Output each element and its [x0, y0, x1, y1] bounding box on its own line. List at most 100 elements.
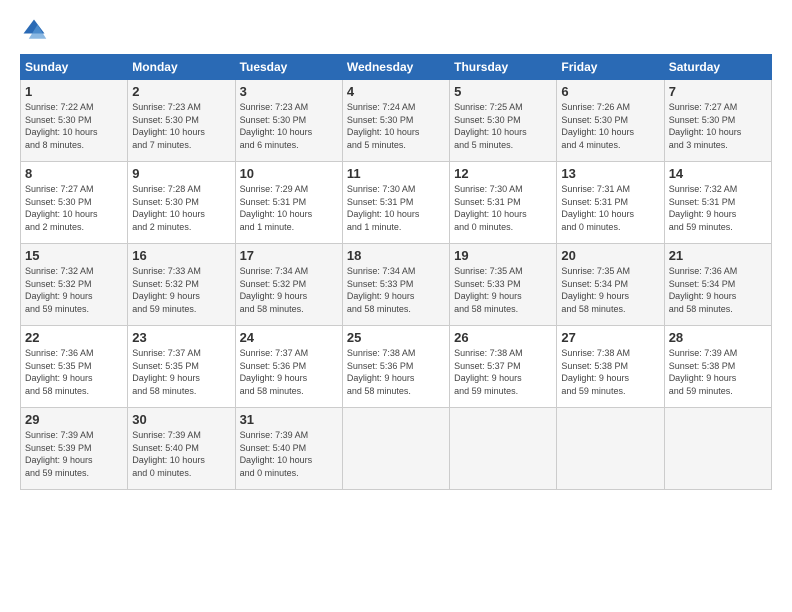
day-cell: 13 Sunrise: 7:31 AMSunset: 5:31 PMDayligh… [557, 162, 664, 244]
day-cell [557, 408, 664, 490]
day-cell: 9 Sunrise: 7:28 AMSunset: 5:30 PMDaylight… [128, 162, 235, 244]
day-cell: 22 Sunrise: 7:36 AMSunset: 5:35 PMDayligh… [21, 326, 128, 408]
day-cell: 17 Sunrise: 7:34 AMSunset: 5:32 PMDayligh… [235, 244, 342, 326]
day-detail: Sunrise: 7:38 AMSunset: 5:36 PMDaylight:… [347, 347, 445, 397]
day-detail: Sunrise: 7:34 AMSunset: 5:32 PMDaylight:… [240, 265, 338, 315]
day-detail: Sunrise: 7:23 AMSunset: 5:30 PMDaylight:… [240, 101, 338, 151]
day-number: 21 [669, 248, 767, 263]
day-number: 22 [25, 330, 123, 345]
week-row-2: 8 Sunrise: 7:27 AMSunset: 5:30 PMDaylight… [21, 162, 772, 244]
day-detail: Sunrise: 7:37 AMSunset: 5:36 PMDaylight:… [240, 347, 338, 397]
day-cell: 18 Sunrise: 7:34 AMSunset: 5:33 PMDayligh… [342, 244, 449, 326]
header [20, 16, 772, 44]
day-cell: 15Sunrise: 7:32 AMSunset: 5:32 PMDayligh… [21, 244, 128, 326]
day-cell: 8 Sunrise: 7:27 AMSunset: 5:30 PMDaylight… [21, 162, 128, 244]
day-number: 5 [454, 84, 552, 99]
day-detail: Sunrise: 7:30 AMSunset: 5:31 PMDaylight:… [347, 183, 445, 233]
day-number: 26 [454, 330, 552, 345]
day-detail: Sunrise: 7:25 AMSunset: 5:30 PMDaylight:… [454, 101, 552, 151]
header-cell-saturday: Saturday [664, 55, 771, 80]
day-detail: Sunrise: 7:27 AMSunset: 5:30 PMDaylight:… [25, 183, 123, 233]
day-cell: 10 Sunrise: 7:29 AMSunset: 5:31 PMDayligh… [235, 162, 342, 244]
day-detail: Sunrise: 7:26 AMSunset: 5:30 PMDaylight:… [561, 101, 659, 151]
day-number: 18 [347, 248, 445, 263]
day-cell: 21 Sunrise: 7:36 AMSunset: 5:34 PMDayligh… [664, 244, 771, 326]
day-number: 9 [132, 166, 230, 181]
day-cell: 6 Sunrise: 7:26 AMSunset: 5:30 PMDaylight… [557, 80, 664, 162]
logo-icon [20, 16, 48, 44]
day-cell: 24 Sunrise: 7:37 AMSunset: 5:36 PMDayligh… [235, 326, 342, 408]
day-detail: Sunrise: 7:33 AMSunset: 5:32 PMDaylight:… [132, 265, 230, 315]
day-detail: Sunrise: 7:36 AMSunset: 5:35 PMDaylight:… [25, 347, 123, 397]
day-number: 13 [561, 166, 659, 181]
day-cell: 30Sunrise: 7:39 AMSunset: 5:40 PMDayligh… [128, 408, 235, 490]
day-cell: 31 Sunrise: 7:39 AMSunset: 5:40 PMDayligh… [235, 408, 342, 490]
day-cell [664, 408, 771, 490]
day-cell: 5 Sunrise: 7:25 AMSunset: 5:30 PMDaylight… [450, 80, 557, 162]
day-cell: 29Sunrise: 7:39 AMSunset: 5:39 PMDayligh… [21, 408, 128, 490]
day-detail: Sunrise: 7:27 AMSunset: 5:30 PMDaylight:… [669, 101, 767, 151]
day-detail: Sunrise: 7:35 AMSunset: 5:33 PMDaylight:… [454, 265, 552, 315]
day-number: 14 [669, 166, 767, 181]
day-number: 25 [347, 330, 445, 345]
day-number: 27 [561, 330, 659, 345]
week-row-4: 22 Sunrise: 7:36 AMSunset: 5:35 PMDayligh… [21, 326, 772, 408]
day-number: 2 [132, 84, 230, 99]
day-number: 12 [454, 166, 552, 181]
day-cell: 7Sunrise: 7:27 AMSunset: 5:30 PMDaylight… [664, 80, 771, 162]
day-detail: Sunrise: 7:22 AMSunset: 5:30 PMDaylight:… [25, 101, 123, 151]
day-detail: Sunrise: 7:37 AMSunset: 5:35 PMDaylight:… [132, 347, 230, 397]
day-number: 16 [132, 248, 230, 263]
calendar-body: 1 Sunrise: 7:22 AMSunset: 5:30 PMDaylight… [21, 80, 772, 490]
day-cell: 19 Sunrise: 7:35 AMSunset: 5:33 PMDayligh… [450, 244, 557, 326]
day-detail: Sunrise: 7:39 AMSunset: 5:39 PMDaylight:… [25, 429, 123, 479]
day-number: 19 [454, 248, 552, 263]
week-row-5: 29Sunrise: 7:39 AMSunset: 5:39 PMDayligh… [21, 408, 772, 490]
day-number: 20 [561, 248, 659, 263]
header-cell-monday: Monday [128, 55, 235, 80]
logo [20, 16, 52, 44]
day-number: 6 [561, 84, 659, 99]
day-number: 28 [669, 330, 767, 345]
day-number: 23 [132, 330, 230, 345]
day-number: 17 [240, 248, 338, 263]
day-number: 24 [240, 330, 338, 345]
day-cell: 28Sunrise: 7:39 AMSunset: 5:38 PMDayligh… [664, 326, 771, 408]
day-number: 10 [240, 166, 338, 181]
header-cell-friday: Friday [557, 55, 664, 80]
week-row-3: 15Sunrise: 7:32 AMSunset: 5:32 PMDayligh… [21, 244, 772, 326]
day-detail: Sunrise: 7:30 AMSunset: 5:31 PMDaylight:… [454, 183, 552, 233]
week-row-1: 1 Sunrise: 7:22 AMSunset: 5:30 PMDaylight… [21, 80, 772, 162]
day-number: 4 [347, 84, 445, 99]
day-detail: Sunrise: 7:31 AMSunset: 5:31 PMDaylight:… [561, 183, 659, 233]
day-detail: Sunrise: 7:24 AMSunset: 5:30 PMDaylight:… [347, 101, 445, 151]
day-cell: 1 Sunrise: 7:22 AMSunset: 5:30 PMDaylight… [21, 80, 128, 162]
day-detail: Sunrise: 7:28 AMSunset: 5:30 PMDaylight:… [132, 183, 230, 233]
day-number: 31 [240, 412, 338, 427]
day-cell: 2 Sunrise: 7:23 AMSunset: 5:30 PMDaylight… [128, 80, 235, 162]
day-detail: Sunrise: 7:32 AMSunset: 5:31 PMDaylight:… [669, 183, 767, 233]
day-cell: 26Sunrise: 7:38 AMSunset: 5:37 PMDayligh… [450, 326, 557, 408]
day-number: 3 [240, 84, 338, 99]
day-cell: 25 Sunrise: 7:38 AMSunset: 5:36 PMDayligh… [342, 326, 449, 408]
day-detail: Sunrise: 7:36 AMSunset: 5:34 PMDaylight:… [669, 265, 767, 315]
day-detail: Sunrise: 7:39 AMSunset: 5:40 PMDaylight:… [132, 429, 230, 479]
day-cell: 11Sunrise: 7:30 AMSunset: 5:31 PMDayligh… [342, 162, 449, 244]
calendar-table: SundayMondayTuesdayWednesdayThursdayFrid… [20, 54, 772, 490]
day-detail: Sunrise: 7:39 AMSunset: 5:40 PMDaylight:… [240, 429, 338, 479]
day-cell: 23 Sunrise: 7:37 AMSunset: 5:35 PMDayligh… [128, 326, 235, 408]
calendar-header: SundayMondayTuesdayWednesdayThursdayFrid… [21, 55, 772, 80]
day-cell: 16 Sunrise: 7:33 AMSunset: 5:32 PMDayligh… [128, 244, 235, 326]
day-cell: 14 Sunrise: 7:32 AMSunset: 5:31 PMDayligh… [664, 162, 771, 244]
header-cell-wednesday: Wednesday [342, 55, 449, 80]
day-cell [342, 408, 449, 490]
day-detail: Sunrise: 7:32 AMSunset: 5:32 PMDaylight:… [25, 265, 123, 315]
day-number: 1 [25, 84, 123, 99]
day-detail: Sunrise: 7:38 AMSunset: 5:38 PMDaylight:… [561, 347, 659, 397]
day-number: 8 [25, 166, 123, 181]
day-cell: 27 Sunrise: 7:38 AMSunset: 5:38 PMDayligh… [557, 326, 664, 408]
day-detail: Sunrise: 7:29 AMSunset: 5:31 PMDaylight:… [240, 183, 338, 233]
day-detail: Sunrise: 7:34 AMSunset: 5:33 PMDaylight:… [347, 265, 445, 315]
day-detail: Sunrise: 7:23 AMSunset: 5:30 PMDaylight:… [132, 101, 230, 151]
page: SundayMondayTuesdayWednesdayThursdayFrid… [0, 0, 792, 612]
